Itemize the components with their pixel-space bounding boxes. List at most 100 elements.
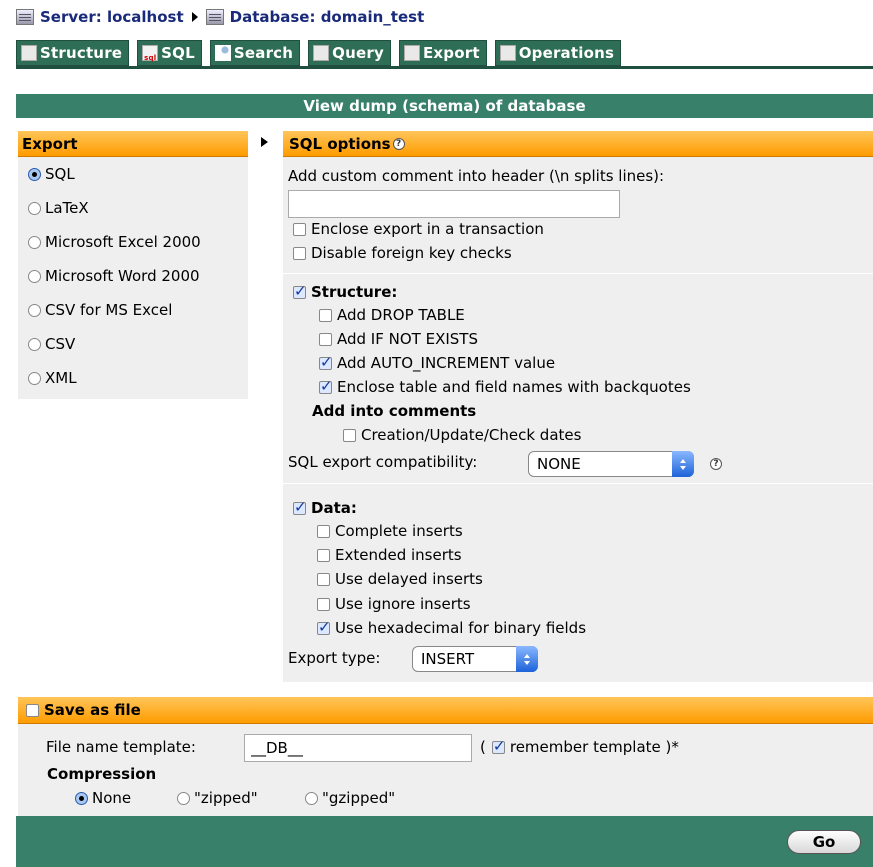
breadcrumb-database[interactable]: Database: domain_test xyxy=(230,8,425,26)
tab-sql[interactable]: SQL xyxy=(137,40,202,66)
format-option-xml[interactable]: XML xyxy=(18,361,248,395)
option-label: Add AUTO_INCREMENT value xyxy=(337,354,556,372)
format-option-csv[interactable]: CSV xyxy=(18,327,248,361)
if-not-exists-checkbox[interactable] xyxy=(319,332,332,346)
if-not-exists-option[interactable]: Add IF NOT EXISTS xyxy=(319,330,478,348)
option-label: Enclose table and field names with backq… xyxy=(337,378,691,396)
format-option-excel[interactable]: Microsoft Excel 2000 xyxy=(18,225,248,259)
dates-checkbox[interactable] xyxy=(343,428,356,442)
option-label: Complete inserts xyxy=(335,522,463,540)
delayed-inserts-checkbox[interactable] xyxy=(317,572,330,586)
tab-structure[interactable]: Structure xyxy=(16,40,130,66)
enclose-transaction-checkbox[interactable] xyxy=(293,222,306,236)
radio-latex[interactable] xyxy=(28,201,41,215)
radio-csv[interactable] xyxy=(28,337,41,351)
tab-structure-label: Structure xyxy=(40,44,123,62)
option-label: Add IF NOT EXISTS xyxy=(337,330,478,348)
radio-word[interactable] xyxy=(28,269,41,283)
disable-fk-option[interactable]: Disable foreign key checks xyxy=(293,244,512,262)
remember-template-option[interactable]: ( remember template )* xyxy=(480,737,679,757)
radio-compression-none[interactable] xyxy=(75,791,88,805)
format-option-sql[interactable]: SQL xyxy=(18,157,248,191)
disable-fk-checkbox[interactable] xyxy=(293,246,306,260)
export-icon xyxy=(403,45,420,61)
go-button[interactable]: Go xyxy=(787,830,861,854)
tab-query[interactable]: Query xyxy=(308,40,391,66)
action-bar: Go xyxy=(16,816,873,867)
tab-operations[interactable]: Operations xyxy=(494,40,622,66)
tab-search[interactable]: Search xyxy=(209,40,301,66)
option-label: Enclose export in a transaction xyxy=(311,220,544,238)
option-label: Data: xyxy=(311,499,357,517)
option-label: "gzipped" xyxy=(322,789,396,807)
compression-option-zipped[interactable]: "zipped" xyxy=(177,789,258,807)
breadcrumb-server[interactable]: Server: localhost xyxy=(40,8,184,26)
format-option-csv-excel[interactable]: CSV for MS Excel xyxy=(18,293,248,327)
radio-excel[interactable] xyxy=(28,235,41,249)
format-label: Microsoft Excel 2000 xyxy=(45,233,201,251)
select-arrows-icon xyxy=(516,646,538,672)
save-as-file-label: Save as file xyxy=(44,701,141,719)
structure-icon xyxy=(21,45,37,61)
data-option[interactable]: Data: xyxy=(293,498,357,517)
server-icon xyxy=(16,9,34,25)
complete-inserts-checkbox[interactable] xyxy=(317,524,330,538)
delayed-inserts-option[interactable]: Use delayed inserts xyxy=(317,570,483,588)
option-label: remember template )* xyxy=(509,738,679,756)
data-checkbox[interactable] xyxy=(293,498,307,516)
radio-sql[interactable] xyxy=(28,167,41,181)
radio-compression-zipped[interactable] xyxy=(177,791,190,805)
format-option-latex[interactable]: LaTeX xyxy=(18,191,248,225)
hex-binary-checkbox[interactable] xyxy=(317,618,331,636)
compression-option-none[interactable]: None xyxy=(75,789,131,807)
save-as-file-checkbox[interactable] xyxy=(26,703,39,717)
compression-option-gzipped[interactable]: "gzipped" xyxy=(305,789,395,807)
sql-icon xyxy=(142,45,159,62)
format-label: CSV xyxy=(45,335,76,353)
breadcrumb-separator-icon xyxy=(191,12,198,22)
tab-export[interactable]: Export xyxy=(398,40,487,66)
radio-xml[interactable] xyxy=(28,371,41,385)
dates-option[interactable]: Creation/Update/Check dates xyxy=(343,426,581,444)
save-as-file-heading[interactable]: Save as file xyxy=(18,697,873,724)
search-icon xyxy=(214,45,231,61)
radio-csv-excel[interactable] xyxy=(28,303,41,317)
compat-select[interactable]: NONE xyxy=(528,451,694,477)
structure-checkbox[interactable] xyxy=(293,282,307,300)
template-input[interactable] xyxy=(244,734,472,762)
sql-options-title: SQL options xyxy=(289,134,391,153)
auto-increment-option[interactable]: Add AUTO_INCREMENT value xyxy=(319,353,556,372)
radio-compression-gzipped[interactable] xyxy=(305,791,318,805)
database-icon xyxy=(205,9,224,25)
drop-table-checkbox[interactable] xyxy=(319,308,332,322)
section-divider xyxy=(283,273,873,274)
page-title: View dump (schema) of database xyxy=(16,94,873,118)
comment-label: Add custom comment into header (\n split… xyxy=(288,167,665,185)
option-label: Structure: xyxy=(311,283,398,301)
enclose-transaction-option[interactable]: Enclose export in a transaction xyxy=(293,220,544,238)
extended-inserts-option[interactable]: Extended inserts xyxy=(317,546,462,564)
comment-input[interactable] xyxy=(288,190,620,218)
backquotes-checkbox[interactable] xyxy=(319,377,333,395)
export-type-select[interactable]: INSERT xyxy=(412,646,538,672)
hex-binary-option[interactable]: Use hexadecimal for binary fields xyxy=(317,618,586,637)
remember-template-checkbox[interactable] xyxy=(491,737,505,755)
ignore-inserts-checkbox[interactable] xyxy=(317,597,330,611)
sql-options-heading: SQL options ? xyxy=(283,131,873,157)
help-icon[interactable]: ? xyxy=(710,458,722,470)
ignore-inserts-option[interactable]: Use ignore inserts xyxy=(317,595,471,613)
tab-operations-label: Operations xyxy=(518,44,615,62)
option-label: Use delayed inserts xyxy=(335,570,483,588)
help-icon[interactable]: ? xyxy=(392,137,405,150)
tab-query-label: Query xyxy=(332,44,384,62)
extended-inserts-checkbox[interactable] xyxy=(317,548,330,562)
format-label: XML xyxy=(45,369,77,387)
query-icon xyxy=(313,45,330,61)
drop-table-option[interactable]: Add DROP TABLE xyxy=(319,306,465,324)
structure-option[interactable]: Structure: xyxy=(293,282,398,301)
complete-inserts-option[interactable]: Complete inserts xyxy=(317,522,463,540)
auto-increment-checkbox[interactable] xyxy=(319,353,333,371)
backquotes-option[interactable]: Enclose table and field names with backq… xyxy=(319,377,691,396)
export-format-panel: Export SQL LaTeX Microsoft Excel 2000 Mi… xyxy=(18,131,248,399)
format-option-word[interactable]: Microsoft Word 2000 xyxy=(18,259,248,293)
